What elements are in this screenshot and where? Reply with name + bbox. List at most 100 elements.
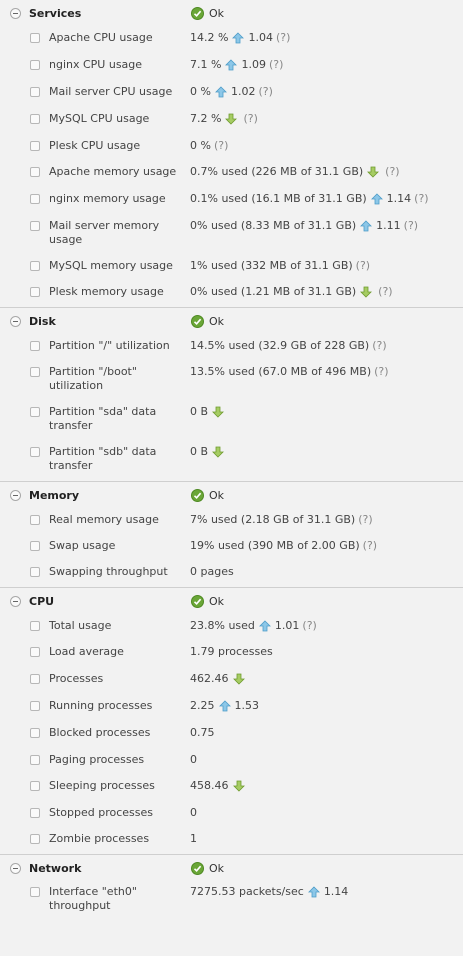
metric-checkbox[interactable] xyxy=(30,167,40,177)
help-link[interactable]: (?) xyxy=(214,139,228,153)
metric-checkbox[interactable] xyxy=(30,261,40,271)
metric-row: Real memory usage 7% used (2.18 GB of 31.… xyxy=(0,509,463,535)
metric-value: 14.5% used (32.9 GB of 228 GB) xyxy=(190,339,370,352)
help-link[interactable]: (?) xyxy=(363,539,377,553)
help-link[interactable]: (?) xyxy=(356,259,370,273)
metric-label: Paging processes xyxy=(49,753,145,766)
metric-checkbox[interactable] xyxy=(30,755,40,765)
metric-row: Swapping throughput 0 pages xyxy=(0,561,463,587)
status: Ok xyxy=(191,489,224,502)
metric-value: 0 % xyxy=(190,85,211,98)
trend-value: 1.53 xyxy=(234,699,260,712)
metric-value-group: 1% used (332 MB of 31.1 GB) (?) xyxy=(190,259,370,273)
metric-label: Swap usage xyxy=(49,539,116,552)
metric-label: Partition "sdb" data transfer xyxy=(49,445,157,472)
section-title: Disk xyxy=(29,315,56,328)
metric-checkbox[interactable] xyxy=(30,194,40,204)
metric-checkbox[interactable] xyxy=(30,287,40,297)
metric-checkbox[interactable] xyxy=(30,221,40,231)
metric-label: Mail server CPU usage xyxy=(49,85,173,98)
metric-row: Processes 462.46 xyxy=(0,668,463,695)
ok-check-icon xyxy=(191,315,204,328)
metric-label: Apache memory usage xyxy=(49,165,177,178)
metric-value: 0 pages xyxy=(190,565,234,578)
help-link[interactable]: (?) xyxy=(378,285,392,299)
trend-up-icon xyxy=(307,886,320,898)
help-link[interactable]: (?) xyxy=(374,365,388,379)
metric-checkbox[interactable] xyxy=(30,674,40,684)
help-link[interactable]: (?) xyxy=(243,112,257,126)
metric-checkbox[interactable] xyxy=(30,887,40,897)
status-text: Ok xyxy=(209,315,225,328)
metric-value-group: 7% used (2.18 GB of 31.1 GB) (?) xyxy=(190,513,373,527)
metric-label: Plesk CPU usage xyxy=(49,139,141,152)
metric-label: Swapping throughput xyxy=(49,565,168,578)
metric-checkbox[interactable] xyxy=(30,808,40,818)
section-memory: Memory Ok Real memory usage 7% used (2.18 G… xyxy=(0,481,463,587)
metric-row: Paging processes 0 xyxy=(0,749,463,775)
help-link[interactable]: (?) xyxy=(414,192,428,206)
trend-value: 1.09 xyxy=(241,58,266,71)
metric-checkbox[interactable] xyxy=(30,515,40,525)
collapse-icon[interactable] xyxy=(10,316,21,327)
section-header: Network Ok xyxy=(0,855,463,881)
help-link[interactable]: (?) xyxy=(258,85,272,99)
metric-checkbox[interactable] xyxy=(30,621,40,631)
section-header: Services Ok xyxy=(0,0,463,27)
metric-row: MySQL memory usage 1% used (332 MB of 31.… xyxy=(0,255,463,281)
metric-checkbox[interactable] xyxy=(30,647,40,657)
metric-checkbox[interactable] xyxy=(30,781,40,791)
metric-label: Plesk memory usage xyxy=(49,285,164,298)
help-link[interactable]: (?) xyxy=(372,339,386,353)
metric-label: Load average xyxy=(49,645,124,658)
metric-checkbox[interactable] xyxy=(30,834,40,844)
metric-checkbox[interactable] xyxy=(30,567,40,577)
metric-value: 462.46 xyxy=(190,672,229,685)
status-text: Ok xyxy=(209,862,225,875)
metric-checkbox[interactable] xyxy=(30,114,40,124)
help-link[interactable]: (?) xyxy=(269,58,283,72)
help-link[interactable]: (?) xyxy=(358,513,372,527)
metric-checkbox[interactable] xyxy=(30,447,40,457)
trend-value: 1.04 xyxy=(248,31,273,44)
section-header: Memory Ok xyxy=(0,482,463,509)
status-text: Ok xyxy=(209,595,225,608)
metric-value: 0.75 xyxy=(190,726,215,739)
metric-checkbox[interactable] xyxy=(30,407,40,417)
metric-value: 7.1 % xyxy=(190,58,222,71)
metric-row: Stopped processes 0 xyxy=(0,802,463,828)
metric-checkbox[interactable] xyxy=(30,87,40,97)
help-link[interactable]: (?) xyxy=(404,219,418,233)
monitoring-panel: Services Ok Apache CPU usage 14.2 % 1.04 (?) n… xyxy=(0,0,463,921)
metric-value-group: 14.2 % 1.04 (?) xyxy=(190,31,290,45)
metric-label: Interface "eth0" throughput xyxy=(49,885,137,912)
collapse-icon[interactable] xyxy=(10,596,21,607)
metric-value-group: 0% used (1.21 MB of 31.1 GB) (?) xyxy=(190,285,393,299)
metric-value-group: 0 % 1.02 (?) xyxy=(190,85,273,99)
metric-checkbox[interactable] xyxy=(30,341,40,351)
help-link[interactable]: (?) xyxy=(276,31,290,45)
metric-checkbox[interactable] xyxy=(30,141,40,151)
metric-checkbox[interactable] xyxy=(30,33,40,43)
trend-up-icon xyxy=(225,59,238,71)
status: Ok xyxy=(191,862,224,875)
metric-checkbox[interactable] xyxy=(30,701,40,711)
metric-value-group: 23.8% used 1.01 (?) xyxy=(190,619,317,633)
metric-value: 1.79 processes xyxy=(190,645,273,658)
collapse-icon[interactable] xyxy=(10,863,21,874)
metric-value: 1% used (332 MB of 31.1 GB) xyxy=(190,259,353,272)
metric-checkbox[interactable] xyxy=(30,60,40,70)
trend-down-icon xyxy=(360,286,373,298)
metric-row: Partition "/boot" utilization 13.5% used … xyxy=(0,361,463,401)
metric-value: 7275.53 packets/sec xyxy=(190,885,304,898)
collapse-icon[interactable] xyxy=(10,490,21,501)
metric-label: Running processes xyxy=(49,699,153,712)
help-link[interactable]: (?) xyxy=(302,619,316,633)
metric-checkbox[interactable] xyxy=(30,728,40,738)
metric-checkbox[interactable] xyxy=(30,541,40,551)
help-link[interactable]: (?) xyxy=(385,165,399,179)
section-header: Disk Ok xyxy=(0,308,463,335)
collapse-icon[interactable] xyxy=(10,8,21,19)
trend-up-icon xyxy=(218,700,231,712)
metric-checkbox[interactable] xyxy=(30,367,40,377)
